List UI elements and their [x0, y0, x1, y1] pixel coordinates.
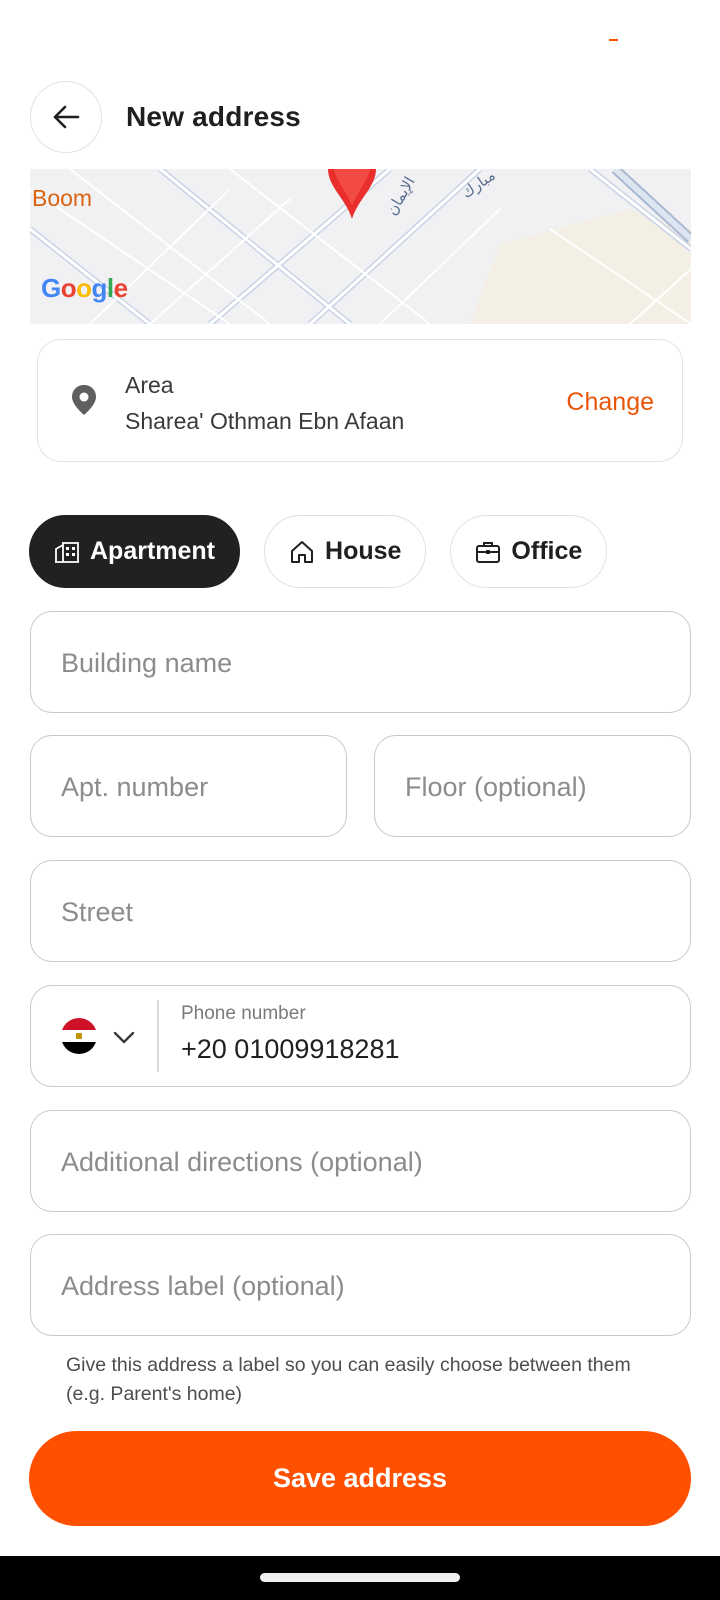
- apt-number-field[interactable]: Apt. number: [30, 735, 347, 837]
- area-card: Area Sharea' Othman Ebn Afaan Change: [37, 339, 683, 462]
- back-button[interactable]: [30, 81, 102, 153]
- address-label-helper-text: Give this address a label so you can eas…: [66, 1354, 631, 1405]
- change-area-button[interactable]: Change: [566, 388, 654, 417]
- system-navigation-bar: [0, 1556, 720, 1600]
- status-indicator: [609, 39, 618, 41]
- arrow-left-icon: [53, 105, 80, 129]
- map-preview[interactable]: Boom الإيمان مبارك Google: [30, 169, 691, 324]
- chip-house[interactable]: House: [264, 515, 427, 588]
- floor-placeholder: Floor (optional): [405, 772, 587, 802]
- save-address-button[interactable]: Save address: [29, 1431, 691, 1526]
- header: New address: [30, 81, 301, 153]
- building-name-placeholder: Building name: [61, 648, 233, 678]
- building-icon: [55, 541, 79, 563]
- page-title: New address: [126, 101, 301, 132]
- chip-label: Apartment: [90, 537, 216, 565]
- additional-directions-placeholder: Additional directions (optional): [61, 1147, 423, 1177]
- building-name-field[interactable]: Building name: [30, 611, 691, 713]
- additional-directions-field[interactable]: Additional directions (optional): [30, 1110, 691, 1212]
- google-logo: Google: [41, 273, 128, 303]
- phone-number-input[interactable]: +20 01009918281: [181, 1034, 399, 1065]
- street-placeholder: Street: [61, 897, 134, 927]
- chevron-down-icon[interactable]: [111, 1024, 137, 1050]
- house-icon: [291, 540, 314, 563]
- chip-apartment[interactable]: Apartment: [29, 515, 241, 588]
- location-pin-icon: [72, 385, 96, 415]
- chip-label: Office: [511, 537, 583, 565]
- area-label: Area: [125, 372, 174, 398]
- street-field[interactable]: Street: [30, 860, 691, 962]
- area-value: Sharea' Othman Ebn Afaan: [125, 408, 405, 434]
- address-type-selector: Apartment House Office: [29, 515, 608, 588]
- home-indicator[interactable]: [260, 1573, 460, 1582]
- floor-field[interactable]: Floor (optional): [374, 735, 691, 837]
- egypt-flag-icon[interactable]: [61, 1018, 97, 1054]
- apt-number-placeholder: Apt. number: [61, 772, 209, 802]
- map-pin-icon: [328, 169, 376, 219]
- phone-field[interactable]: Phone number +20 01009918281: [30, 985, 691, 1087]
- chip-office[interactable]: Office: [450, 515, 608, 588]
- phone-label: Phone number: [181, 1003, 306, 1024]
- address-label-placeholder: Address label (optional): [61, 1271, 345, 1301]
- map-place-label: Boom: [32, 185, 93, 211]
- chip-label: House: [325, 537, 402, 565]
- address-label-field[interactable]: Address label (optional): [30, 1234, 691, 1336]
- divider: [157, 1000, 159, 1072]
- briefcase-icon: [476, 541, 501, 563]
